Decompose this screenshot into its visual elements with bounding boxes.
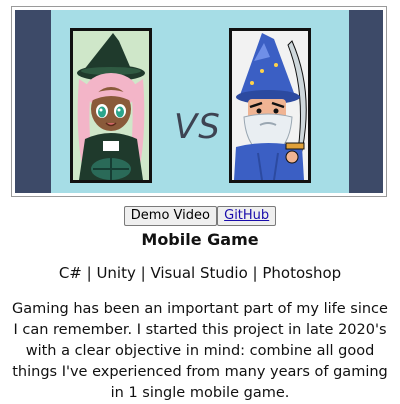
project-title: Mobile Game — [141, 230, 259, 249]
witch-girl-icon — [73, 31, 149, 180]
wizard-icon — [232, 31, 308, 180]
tech-stack: C# | Unity | Visual Studio | Photoshop — [58, 264, 342, 282]
wizard-portrait — [229, 28, 311, 183]
vs-label: VS — [174, 107, 221, 147]
demo-video-button[interactable]: Demo Video — [123, 206, 217, 226]
witch-girl-portrait — [70, 28, 152, 183]
project-links: Demo Video GitHub — [0, 206, 400, 226]
project-description: Gaming has been an important part of my … — [12, 301, 388, 401]
project-preview-card: VS — [11, 6, 387, 197]
game-banner: VS — [15, 10, 383, 193]
github-link-button[interactable]: GitHub — [217, 206, 277, 226]
